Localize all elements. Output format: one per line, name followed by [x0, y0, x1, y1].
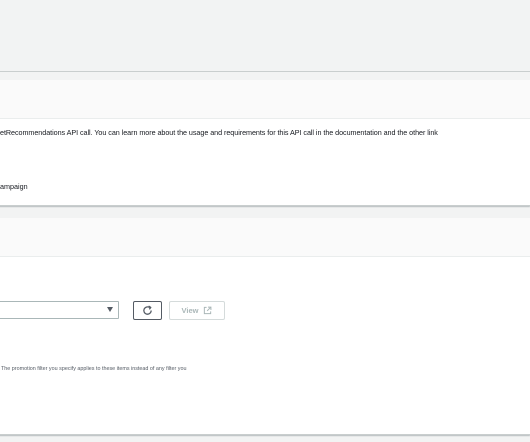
- refresh-icon: [143, 305, 152, 315]
- view-button[interactable]: View: [169, 301, 225, 320]
- external-link-icon: [204, 306, 212, 315]
- api-description-panel: etRecommendations API call. You can lear…: [0, 80, 530, 206]
- campaign-option-label[interactable]: ampaign: [0, 182, 28, 191]
- panel-header: [0, 218, 530, 257]
- campaign-selection-panel: View The promotion filter you specify ap…: [0, 218, 530, 435]
- view-button-label: View: [181, 306, 199, 315]
- caret-down-icon: [107, 307, 113, 312]
- page-header-area: [0, 0, 530, 72]
- campaign-select[interactable]: [0, 301, 119, 319]
- api-description-text: etRecommendations API call. You can lear…: [0, 128, 438, 137]
- refresh-button[interactable]: [133, 301, 162, 320]
- promotion-filter-hint: The promotion filter you specify applies…: [1, 366, 187, 372]
- console-page: etRecommendations API call. You can lear…: [0, 0, 530, 442]
- panel-header: [0, 80, 530, 119]
